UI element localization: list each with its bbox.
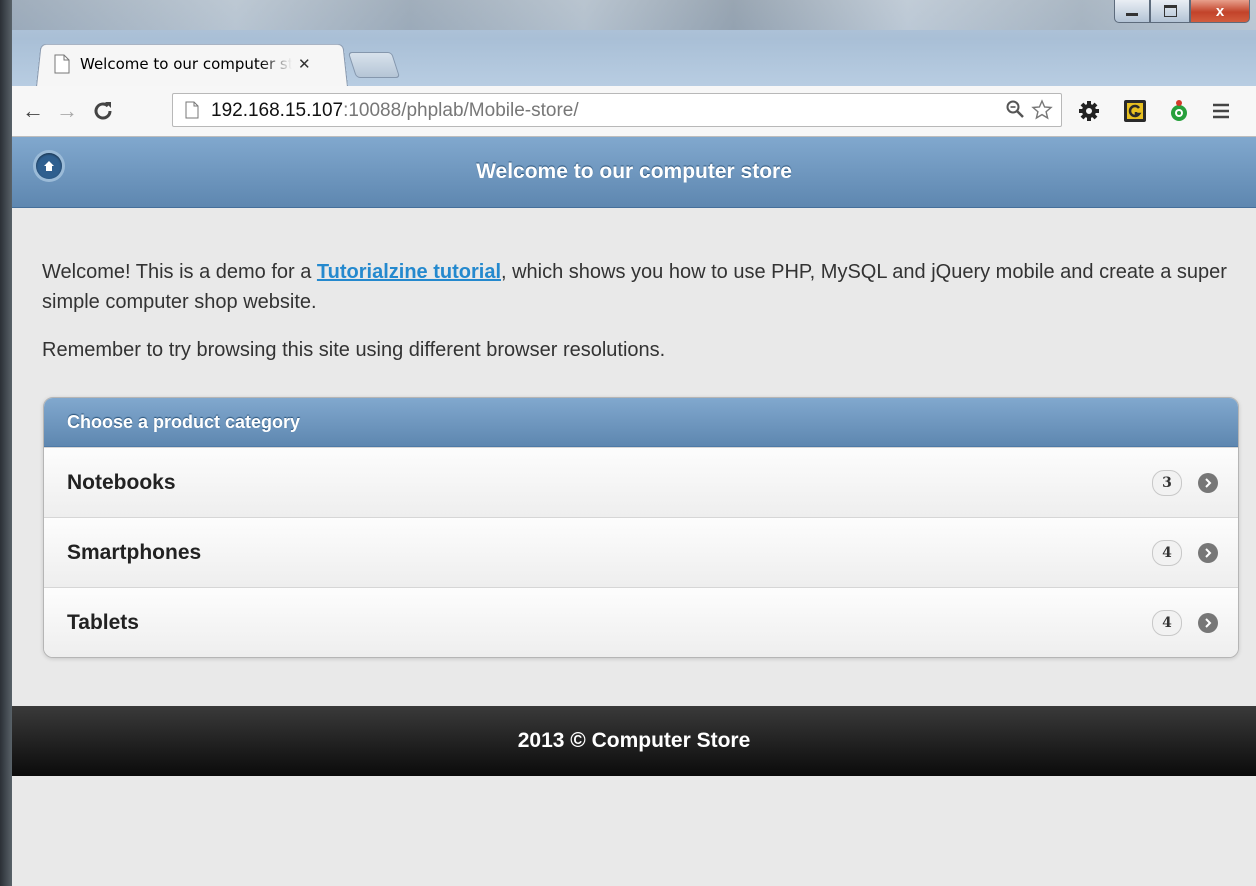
intro-text-start: Welcome! This is a demo for a: [42, 261, 317, 283]
category-label: Notebooks: [67, 470, 176, 494]
category-list-header: Choose a product category: [44, 398, 1238, 447]
intro-paragraph: Welcome! This is a demo for a Tutorialzi…: [42, 257, 1227, 317]
close-icon[interactable]: ✕: [298, 55, 311, 73]
bookmark-star-icon[interactable]: [1031, 99, 1053, 127]
page-icon: [185, 101, 199, 119]
window-left-border: [0, 0, 12, 886]
desktop-backdrop: [12, 0, 1256, 30]
chevron-right-icon: [1198, 612, 1218, 633]
browser-toolbar: ← → 192.168.15.107:10088/phplab/Mobile-s…: [12, 86, 1256, 137]
maximize-button[interactable]: [1150, 0, 1190, 23]
count-badge: 4: [1152, 539, 1182, 566]
extension-g-icon[interactable]: [1122, 98, 1148, 124]
gear-icon[interactable]: [1076, 98, 1102, 124]
menu-icon[interactable]: [1208, 98, 1234, 124]
tutorialzine-link[interactable]: Tutorialzine tutorial: [317, 261, 501, 283]
minimize-icon: [1126, 12, 1138, 16]
zoom-icon[interactable]: [1005, 99, 1025, 127]
url-path: :10088/phplab/Mobile-store/: [343, 100, 579, 121]
category-item-notebooks[interactable]: Notebooks 3: [44, 447, 1238, 517]
page-title: Welcome to our computer store: [476, 160, 792, 183]
chevron-right-icon: [1198, 472, 1218, 493]
category-item-smartphones[interactable]: Smartphones 4: [44, 517, 1238, 587]
count-badge: 4: [1152, 609, 1182, 636]
url-text[interactable]: 192.168.15.107:10088/phplab/Mobile-store…: [211, 100, 579, 122]
page-footer: 2013 © Computer Store: [12, 706, 1256, 776]
close-window-button[interactable]: x: [1190, 0, 1250, 23]
minimize-button[interactable]: [1114, 0, 1150, 23]
new-tab-button[interactable]: [347, 52, 401, 78]
home-button[interactable]: [36, 153, 62, 179]
address-bar[interactable]: 192.168.15.107:10088/phplab/Mobile-store…: [172, 93, 1062, 127]
close-window-label: x: [1215, 2, 1225, 20]
page-icon: [54, 54, 70, 74]
page-viewport: Welcome to our computer store Welcome! T…: [12, 137, 1256, 886]
page-content: Welcome! This is a demo for a Tutorialzi…: [42, 257, 1227, 382]
reload-icon[interactable]: [92, 100, 114, 128]
category-list: Choose a product category Notebooks 3 Sm…: [43, 397, 1239, 658]
forward-arrow-icon[interactable]: →: [56, 98, 78, 124]
category-item-tablets[interactable]: Tablets 4: [44, 587, 1238, 657]
back-arrow-icon[interactable]: ←: [22, 98, 44, 124]
resolution-note: Remember to try browsing this site using…: [42, 339, 666, 361]
category-label: Smartphones: [67, 540, 202, 564]
chevron-right-icon: [1198, 542, 1218, 563]
maximize-icon: [1163, 5, 1177, 17]
tab-active[interactable]: Welcome to our computer store ✕: [42, 44, 342, 84]
window-controls: x: [1114, 0, 1250, 23]
omnibox-icons: [1005, 99, 1053, 127]
url-host: 192.168.15.107: [211, 100, 344, 121]
category-label: Tablets: [67, 610, 139, 634]
tab-title: Welcome to our computer store: [80, 55, 292, 73]
browser-window: Welcome to our computer store ✕ x ← → 1: [12, 0, 1256, 886]
tab-strip: Welcome to our computer store ✕ x: [12, 0, 1256, 87]
home-icon: [44, 161, 54, 171]
extension-bug-icon[interactable]: [1166, 98, 1192, 124]
page-header: Welcome to our computer store: [12, 137, 1256, 208]
count-badge: 3: [1152, 469, 1182, 496]
